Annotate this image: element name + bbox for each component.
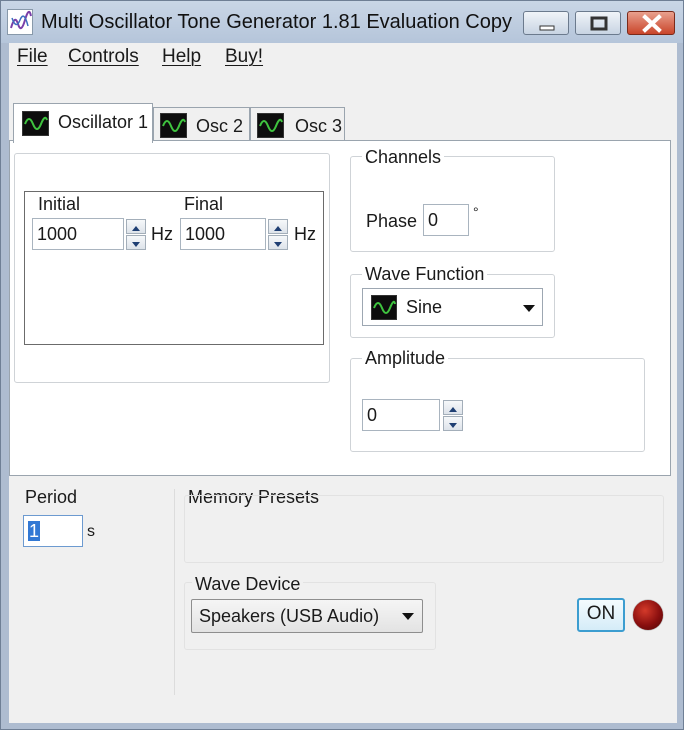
tab-label: Osc 2	[196, 116, 244, 136]
spin-down-button[interactable]	[268, 235, 288, 250]
final-frequency-spinner[interactable]	[268, 219, 288, 251]
spin-down-button[interactable]	[126, 235, 146, 250]
tab-osc-3[interactable]: Osc 3	[250, 107, 345, 141]
close-icon	[642, 14, 662, 33]
period-value: 1	[28, 521, 41, 541]
maximize-button[interactable]	[575, 11, 621, 35]
sine-wave-icon	[22, 111, 49, 136]
tab-label: Osc 3	[295, 116, 343, 136]
amplitude-spinner[interactable]	[443, 400, 463, 432]
wave-function-value: Sine	[406, 297, 443, 317]
initial-frequency-input[interactable]: 1000	[32, 218, 124, 250]
amplitude-input[interactable]: 0	[362, 399, 440, 431]
menu-help[interactable]: Help	[162, 46, 201, 68]
amplitude-title: Amplitude	[362, 348, 449, 369]
initial-label: Initial	[38, 194, 81, 214]
menu-file[interactable]: File	[17, 46, 48, 68]
arrow-up-icon	[274, 226, 282, 231]
on-button[interactable]: ON	[577, 598, 625, 632]
spin-down-button[interactable]	[443, 416, 463, 431]
arrow-down-icon	[274, 242, 282, 247]
menu-controls[interactable]: Controls	[68, 46, 139, 68]
initial-frequency-spinner[interactable]	[126, 219, 146, 251]
spin-up-button[interactable]	[126, 219, 146, 234]
spin-up-button[interactable]	[443, 400, 463, 415]
period-input[interactable]: 1	[23, 515, 83, 547]
chevron-down-icon	[523, 305, 535, 312]
period-unit: s	[87, 523, 95, 540]
wave-function-select[interactable]: Sine	[362, 288, 543, 326]
app-window: Multi Oscillator Tone Generator 1.81 Eva…	[0, 0, 684, 730]
tab-label: Oscillator 1	[58, 112, 149, 132]
wave-device-title: Wave Device	[192, 574, 304, 595]
memory-presets-group	[184, 495, 664, 563]
initial-unit: Hz	[151, 224, 173, 244]
channels-title: Channels	[362, 147, 445, 168]
sine-wave-icon	[371, 295, 397, 320]
spin-up-button[interactable]	[268, 219, 288, 234]
section-divider	[174, 489, 175, 695]
status-led-icon	[633, 600, 663, 630]
tab-osc-2[interactable]: Osc 2	[153, 107, 250, 141]
phase-unit: °	[473, 204, 479, 220]
title-bar[interactable]: Multi Oscillator Tone Generator 1.81 Eva…	[1, 1, 683, 43]
phase-input[interactable]: 0	[423, 204, 469, 236]
period-label: Period	[25, 487, 78, 507]
menu-bar: File Controls Help Buy!	[9, 43, 677, 71]
wave-function-title: Wave Function	[362, 264, 488, 285]
oscillator-panel: Initial 1000 Hz Final 1000 Hz Channels P…	[9, 140, 671, 476]
chevron-down-icon	[402, 613, 414, 620]
wave-device-value: Speakers (USB Audio)	[199, 606, 380, 626]
arrow-down-icon	[449, 423, 457, 428]
arrow-up-icon	[132, 226, 140, 231]
arrow-up-icon	[449, 407, 457, 412]
menu-buy[interactable]: Buy!	[225, 46, 263, 68]
app-icon[interactable]	[7, 9, 33, 35]
tab-oscillator-1[interactable]: Oscillator 1	[13, 103, 153, 143]
minimize-icon	[539, 25, 555, 31]
final-unit: Hz	[294, 224, 316, 244]
sine-wave-icon	[160, 113, 187, 138]
client-area: File Controls Help Buy! Oscillator 1 Osc…	[9, 43, 677, 723]
arrow-down-icon	[132, 242, 140, 247]
sine-wave-icon	[257, 113, 284, 138]
phase-label: Phase	[366, 211, 418, 231]
wave-device-select[interactable]: Speakers (USB Audio)	[191, 599, 423, 633]
final-frequency-input[interactable]: 1000	[180, 218, 266, 250]
close-button[interactable]	[627, 11, 675, 35]
window-title: Multi Oscillator Tone Generator 1.81 Eva…	[41, 11, 512, 33]
minimize-button[interactable]	[523, 11, 569, 35]
maximize-icon	[590, 16, 608, 31]
final-label: Final	[184, 194, 224, 214]
